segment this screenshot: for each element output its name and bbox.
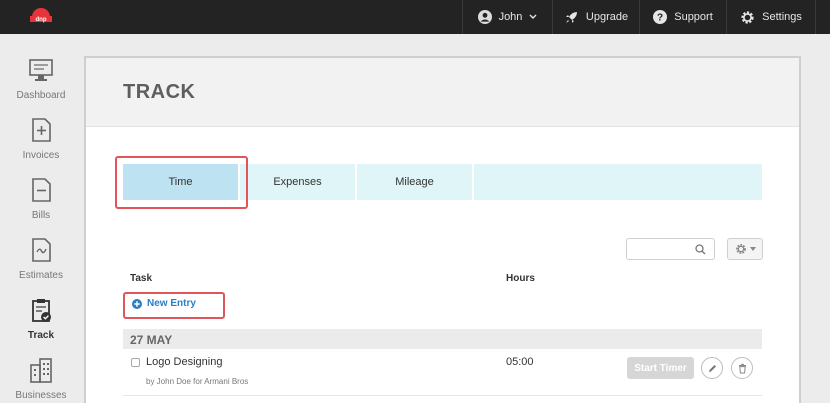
date-group-header: 27 MAY (123, 329, 762, 349)
delete-entry-button[interactable] (731, 357, 753, 379)
edit-entry-button[interactable] (701, 357, 723, 379)
upgrade-link[interactable]: Upgrade (552, 0, 639, 34)
user-menu[interactable]: John (462, 0, 552, 34)
user-name: John (498, 11, 523, 23)
sidebar-item-dashboard[interactable]: Dashboard (0, 48, 82, 108)
entry-subtitle: by John Doe for Armani Bros (146, 377, 249, 386)
sidebar-item-label: Invoices (22, 150, 60, 161)
upgrade-label: Upgrade (585, 11, 629, 23)
help-circle-icon: ? (653, 10, 668, 24)
gear-icon (741, 10, 754, 24)
column-settings-button[interactable] (727, 238, 763, 260)
app-logo[interactable]: dnp (30, 8, 52, 26)
sidebar-item-label: Businesses (15, 390, 67, 401)
sidebar-item-estimates[interactable]: Estimates (0, 228, 82, 288)
page-title: TRACK (123, 81, 196, 103)
search-input[interactable] (626, 238, 715, 260)
sidebar-item-label: Track (27, 330, 55, 341)
clipboard-check-icon (32, 299, 51, 322)
document-plus-icon (32, 118, 51, 142)
settings-label: Settings (762, 11, 802, 23)
caret-down-icon (749, 247, 756, 251)
svg-text:dnp: dnp (36, 17, 47, 23)
user-avatar-icon (477, 10, 492, 24)
trash-icon (738, 363, 746, 373)
new-entry-highlight (123, 292, 225, 319)
column-header-hours[interactable]: Hours (506, 273, 535, 284)
tab-mileage[interactable]: Mileage (357, 164, 474, 200)
support-label: Support (674, 11, 713, 23)
sidebar: Dashboard Invoices Bills Estimates Track… (0, 34, 82, 403)
row-divider (123, 395, 762, 396)
svg-text:?: ? (657, 13, 663, 24)
gear-icon (735, 244, 746, 254)
search-icon (695, 244, 706, 255)
support-link[interactable]: ? Support (639, 0, 726, 34)
buildings-icon (30, 358, 52, 383)
entry-checkbox[interactable] (131, 358, 140, 367)
document-minus-icon (32, 178, 51, 202)
column-header-task[interactable]: Task (130, 273, 152, 284)
entry-hours: 05:00 (506, 356, 534, 368)
entry-task-name[interactable]: Logo Designing (146, 356, 222, 368)
chevron-down-icon (529, 14, 537, 19)
sidebar-item-businesses[interactable]: Businesses (0, 348, 82, 403)
sidebar-item-bills[interactable]: Bills (0, 168, 82, 228)
settings-link[interactable]: Settings (726, 0, 816, 34)
rocket-icon (565, 11, 577, 23)
time-tab-highlight (115, 156, 248, 209)
sidebar-item-invoices[interactable]: Invoices (0, 108, 82, 168)
start-timer-button[interactable]: Start Timer (627, 357, 694, 379)
document-wave-icon (32, 238, 51, 262)
group-date: 27 MAY (130, 333, 173, 347)
main-panel: TRACK Time Expenses Mileage Task Hours N… (84, 56, 801, 403)
page-header: TRACK (86, 58, 799, 127)
sidebar-item-label: Dashboard (16, 90, 66, 101)
top-bar: dnp John Upgrade ? Support Settings (0, 0, 830, 34)
pencil-icon (708, 364, 716, 372)
sidebar-item-label: Bills (31, 210, 51, 221)
sidebar-item-track[interactable]: Track (0, 288, 82, 348)
sidebar-item-label: Estimates (19, 270, 63, 281)
monitor-icon (29, 59, 53, 81)
tab-expenses[interactable]: Expenses (240, 164, 357, 200)
